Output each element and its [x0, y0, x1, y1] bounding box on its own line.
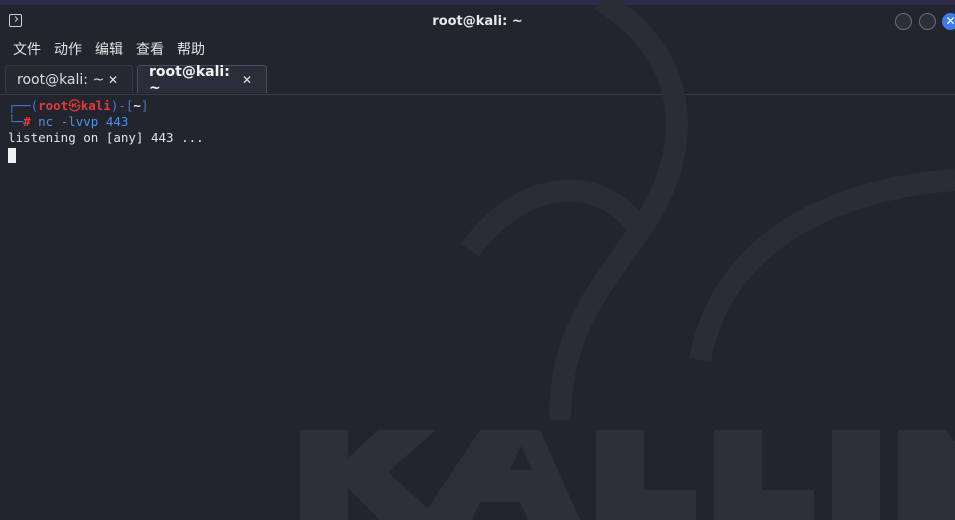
close-window-button[interactable]: ✕: [942, 13, 955, 30]
prompt-bracket-open: ┌──(: [8, 98, 39, 113]
menu-help[interactable]: 帮助: [171, 38, 212, 62]
prompt-bracket-close: ]: [140, 98, 149, 113]
title-bar: root@kali: ~ ✕: [0, 0, 955, 38]
tab-2-label: root@kali: ~: [149, 63, 230, 96]
menu-view[interactable]: 查看: [130, 38, 171, 62]
maximize-button[interactable]: [919, 13, 936, 30]
output-line: listening on [any] 443 ...: [8, 130, 204, 145]
command-text: nc -lvvp 443: [30, 114, 129, 129]
skull-icon: ㉿: [68, 98, 81, 113]
tab-bar: root@kali: ~ ✕ root@kali: ~ ✕: [0, 62, 955, 96]
prompt-hash: #: [23, 114, 31, 129]
menu-file[interactable]: 文件: [0, 38, 48, 62]
prompt-line-2: └─# nc -lvvp 443: [8, 114, 128, 130]
minimize-button[interactable]: [895, 13, 912, 30]
tab-1[interactable]: root@kali: ~ ✕: [5, 65, 133, 93]
tab-1-close-icon[interactable]: ✕: [108, 73, 118, 87]
menu-bar: 文件 动作 编辑 查看 帮助: [0, 38, 955, 62]
top-panel-strip: [0, 0, 955, 5]
tab-2-close-icon[interactable]: ✕: [242, 73, 252, 87]
tab-1-label: root@kali: ~: [17, 71, 105, 88]
prompt-corner: └─: [8, 114, 24, 129]
prompt-separator: )-[: [110, 98, 134, 113]
menu-edit[interactable]: 编辑: [89, 38, 130, 62]
tab-2[interactable]: root@kali: ~ ✕: [137, 63, 267, 96]
prompt-directory: ~: [133, 98, 141, 113]
prompt-user: root: [38, 98, 69, 113]
window-title: root@kali: ~: [432, 14, 523, 29]
terminal-area[interactable]: ┌──(root㉿kali)-[~] └─# nc -lvvp 443 list…: [0, 95, 955, 520]
terminal-cursor: [8, 148, 16, 163]
prompt-host: kali: [80, 98, 111, 113]
prompt-line-1: ┌──(root㉿kali)-[~]: [8, 98, 148, 114]
menu-actions[interactable]: 动作: [48, 38, 89, 62]
